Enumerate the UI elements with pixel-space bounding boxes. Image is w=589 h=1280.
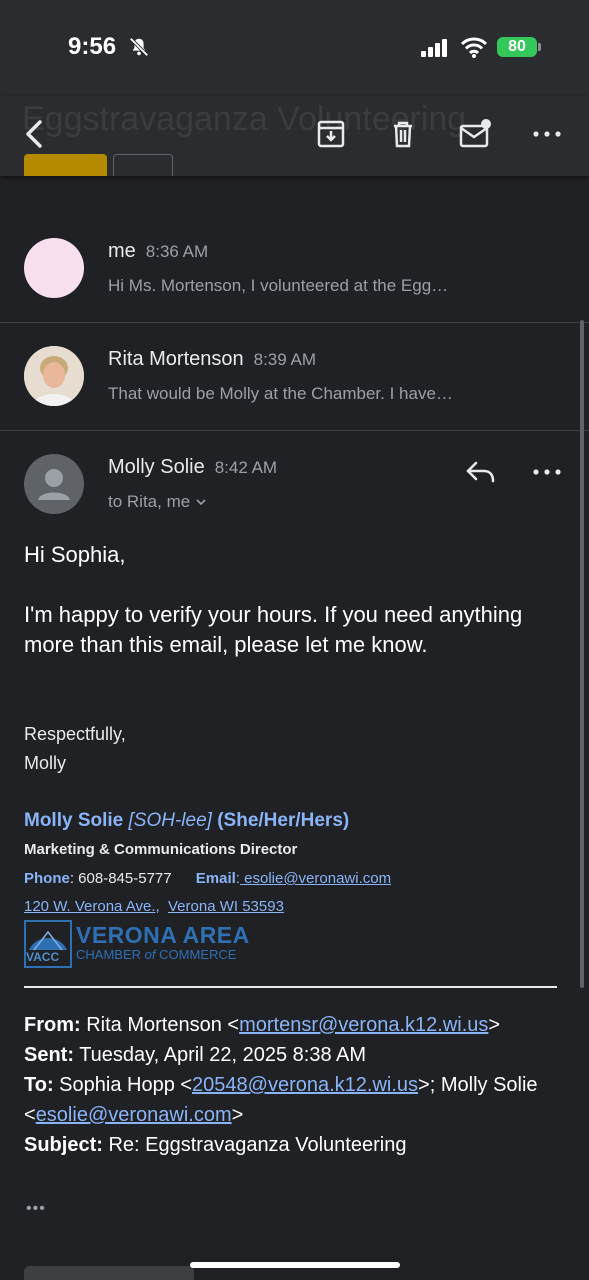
- subject-text: Re: Eggstravaganza Volunteering: [102, 1134, 407, 1156]
- to-label: To:: [24, 1074, 54, 1096]
- cellular-signal-icon: [421, 39, 447, 57]
- battery-nub: [538, 43, 541, 51]
- trash-icon[interactable]: [385, 116, 421, 152]
- signature-name: Molly Solie: [24, 810, 124, 831]
- closing-name: Molly: [24, 753, 67, 773]
- quoted-from: From: Rita Mortenson <mortensr@verona.k1…: [24, 1010, 564, 1040]
- sent-label: Sent:: [24, 1044, 74, 1066]
- to-end: >: [231, 1104, 244, 1126]
- closing: Respectfully,: [24, 724, 126, 744]
- profile-photo: [24, 346, 84, 406]
- sent-date: Tuesday, April 22, 2025 8:38 AM: [74, 1044, 367, 1066]
- recipients-toggle[interactable]: to Rita, me: [108, 492, 207, 512]
- collapsed-message[interactable]: Rita Mortenson 8:39 AM That would be Moll…: [0, 322, 589, 431]
- from-name: Rita Mortenson <: [80, 1014, 240, 1036]
- archive-icon[interactable]: [313, 116, 349, 152]
- logo-sub-of: of: [144, 947, 156, 962]
- battery-level: 80: [508, 38, 526, 55]
- sender-name: Rita Mortenson: [108, 348, 244, 370]
- clock: 9:56: [68, 33, 117, 60]
- label-chip: [113, 154, 173, 176]
- recipients: to Rita, me: [108, 492, 191, 511]
- signature-pronunciation: [SOH-lee]: [128, 810, 212, 831]
- bell-off-icon: [129, 37, 149, 57]
- avatar: [24, 346, 84, 406]
- default-person-icon: [38, 469, 70, 500]
- message-time: 8:39 AM: [253, 350, 316, 369]
- chevron-down-icon: [196, 499, 206, 506]
- logo-abbreviation: VACC: [26, 950, 60, 964]
- mark-unread-icon[interactable]: [457, 116, 493, 152]
- divider: [24, 986, 557, 988]
- from-email-link[interactable]: mortensr@verona.k12.wi.us: [239, 1014, 488, 1036]
- signature-contact: Phone: 608-845-5777 Email: esolie@verona…: [24, 870, 392, 887]
- message-snippet: Hi Ms. Mortenson, I volunteered at the E…: [108, 276, 449, 295]
- battery-indicator: 80: [497, 37, 541, 57]
- quoted-sent: Sent: Tuesday, April 22, 2025 8:38 AM: [24, 1040, 564, 1070]
- to-email-link-2[interactable]: esolie@veronawi.com: [36, 1104, 232, 1126]
- sender-name: me: [108, 240, 136, 262]
- quoted-subject: Subject: Re: Eggstravaganza Volunteering: [24, 1130, 564, 1160]
- avatar: [24, 238, 84, 298]
- signature-title: Marketing & Communications Director: [24, 841, 298, 858]
- show-trimmed-content-button[interactable]: •••: [26, 1200, 46, 1218]
- to-email-link-1[interactable]: 20548@verona.k12.wi.us: [192, 1074, 418, 1096]
- more-options-icon[interactable]: [529, 116, 565, 152]
- signature-pronouns: (She/Her/Hers): [217, 810, 350, 831]
- signature-name-line: Molly Solie [SOH-lee] (She/Her/Hers): [24, 810, 349, 832]
- sender-name: Molly Solie: [108, 456, 205, 478]
- address-city-link[interactable]: Verona WI 53593: [168, 898, 284, 915]
- from-end: >: [488, 1014, 501, 1036]
- phone-number: : 608-845-5777: [69, 870, 172, 887]
- address-street-link[interactable]: 120 W. Verona Ave.: [24, 898, 155, 915]
- message-more-icon[interactable]: [530, 458, 564, 488]
- logo-sub-2: COMMERCE: [159, 947, 237, 962]
- message-body: I'm happy to verify your hours. If you n…: [24, 602, 523, 657]
- back-arrow-icon[interactable]: [16, 116, 52, 152]
- message-time: 8:42 AM: [214, 458, 278, 477]
- logo-subtitle: CHAMBER of COMMERCE: [76, 947, 236, 962]
- chamber-logo: VACC VERONA AREA CHAMBER of COMMERCE: [24, 920, 254, 968]
- label-chip: [24, 154, 107, 176]
- email-link[interactable]: esolie@veronawi.com: [240, 870, 391, 887]
- email-label: Email: [195, 870, 236, 887]
- logo-sub-1: CHAMBER: [76, 947, 142, 962]
- quoted-to: To: Sophia Hopp <20548@verona.k12.wi.us >…: [24, 1070, 564, 1130]
- phone-label: Phone: [24, 870, 70, 887]
- logo-name: VERONA AREA: [76, 922, 250, 948]
- scrollbar[interactable]: [580, 320, 584, 988]
- bottom-card: [24, 1266, 194, 1280]
- collapsed-message[interactable]: me 8:36 AM Hi Ms. Mortenson, I volunteere…: [0, 214, 589, 323]
- reply-icon[interactable]: [464, 458, 498, 488]
- status-bar: 9:56 80: [0, 0, 589, 96]
- avatar: [24, 454, 84, 514]
- subject-label: Subject:: [24, 1134, 103, 1156]
- greeting: Hi Sophia,: [24, 542, 126, 567]
- message-snippet: That would be Molly at the Chamber. I ha…: [108, 384, 453, 403]
- from-label: From:: [24, 1014, 81, 1036]
- signature-address: 120 W. Verona Ave., Verona WI 53593: [24, 898, 284, 915]
- home-indicator[interactable]: [190, 1262, 400, 1268]
- wifi-icon: [461, 37, 487, 58]
- message-toolbar: Eggstravaganza Volunteering: [0, 96, 589, 176]
- message-time: 8:36 AM: [145, 242, 209, 261]
- to-name-1: Sophia Hopp <: [53, 1074, 193, 1096]
